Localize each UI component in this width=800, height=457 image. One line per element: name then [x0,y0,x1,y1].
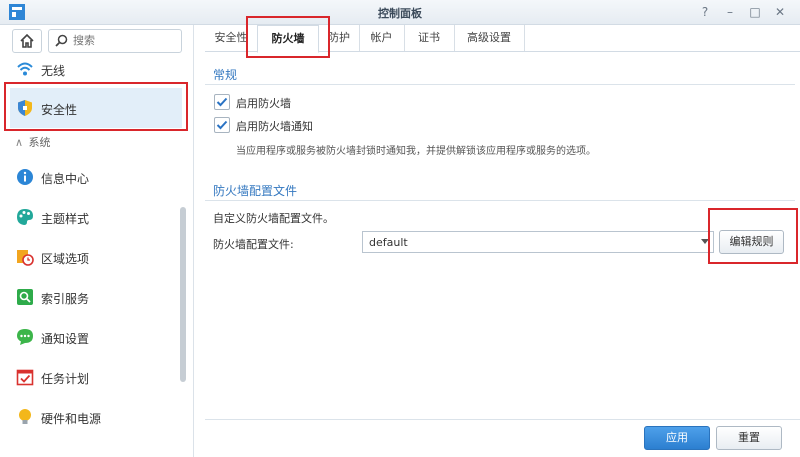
control-panel-window: 控制面板 ? – □ ✕ 无线 [0,0,800,457]
enable-notify-label: 启用防火墙通知 [236,120,313,133]
title-bar: 控制面板 ? – □ ✕ [0,0,800,25]
sidebar-item-label: 索引服务 [41,292,90,306]
sidebar-section-system[interactable]: ∧ 系统 [15,134,51,150]
sidebar-item-label: 主题样式 [41,212,90,226]
palette-icon [17,209,33,225]
highlight-box-edit-rules [708,208,798,264]
sidebar-item-label: 通知设置 [41,332,90,346]
checkmark-icon [216,120,228,130]
tab-advanced[interactable]: 高级设置 [454,25,525,51]
enable-firewall-label: 启用防火墙 [236,97,291,110]
sidebar-item-label: 任务计划 [41,372,90,386]
reset-button[interactable]: 重置 [716,426,782,450]
profile-description: 自定义防火墙配置文件。 [213,212,334,225]
home-icon [20,34,34,48]
highlight-box-security [4,82,188,131]
sidebar-item-task-scheduler[interactable]: 任务计划 [10,358,182,396]
general-section-title: 常规 [213,68,238,82]
sidebar-item-index-service[interactable]: 索引服务 [10,278,182,316]
chevron-up-icon: ∧ [15,136,24,149]
wifi-icon [17,62,33,76]
checkmark-icon [216,97,228,107]
bulb-icon [19,409,31,424]
highlight-box-firewall-tab [246,16,330,58]
window-title: 控制面板 [378,7,422,20]
sidebar-item-region[interactable]: 区域选项 [10,238,182,276]
calendar-check-icon [16,369,34,386]
info-icon [17,169,33,185]
enable-notify-checkbox[interactable] [214,117,230,133]
profile-section-title: 防火墙配置文件 [213,184,298,198]
sidebar-scrollbar[interactable] [180,207,186,382]
help-button[interactable]: ? [695,3,715,21]
search-input[interactable] [73,32,173,48]
chat-bubble-icon [17,329,33,345]
sidebar-item-label: 无线 [41,64,66,78]
close-button[interactable]: ✕ [770,3,790,21]
profile-field-label: 防火墙配置文件: [213,238,294,251]
footer-divider [205,419,800,420]
sidebar-item-label: 区域选项 [41,252,90,266]
apply-button[interactable]: 应用 [644,426,710,450]
sidebar-item-hardware-power[interactable]: 硬件和电源 [10,398,182,436]
search-icon [55,34,68,47]
profile-select[interactable]: default [362,231,714,253]
sidebar-item-label: 硬件和电源 [41,412,102,426]
sidebar-item-info-center[interactable]: 信息中心 [10,158,182,196]
notify-description: 当应用程序或服务被防火墙封锁时通知我，并提供解锁该应用程序或服务的选项。 [236,146,596,157]
region-clock-icon [17,250,34,266]
sidebar-item-label: 信息中心 [41,172,90,186]
index-search-icon [17,289,33,305]
minimize-button[interactable]: – [720,3,740,21]
enable-firewall-checkbox[interactable] [214,94,230,110]
sidebar-item-theme[interactable]: 主题样式 [10,198,182,236]
tab-certificate[interactable]: 证书 [404,25,455,51]
divider [205,200,795,201]
sidebar-item-notification[interactable]: 通知设置 [10,318,182,356]
profile-select-value: default [369,236,408,249]
divider [205,84,795,85]
maximize-button[interactable]: □ [745,3,765,21]
tab-account[interactable]: 帐户 [359,25,405,51]
